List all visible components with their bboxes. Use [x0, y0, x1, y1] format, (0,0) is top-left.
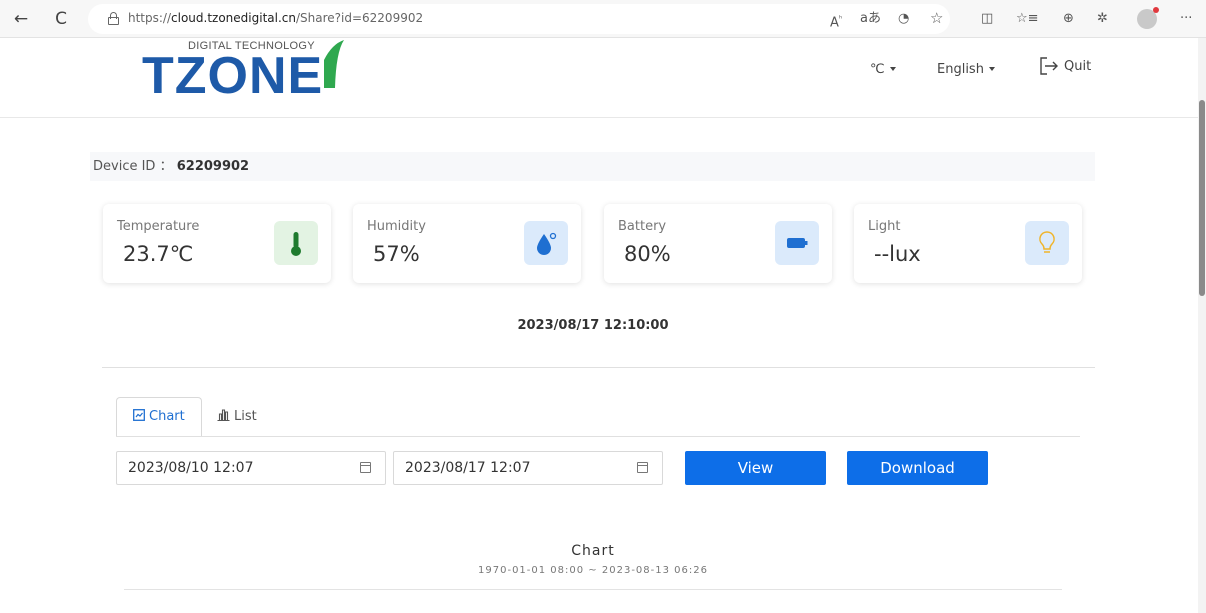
- logo-wordmark: TZONE: [142, 47, 324, 105]
- extensions-icon[interactable]: ✲: [1097, 10, 1108, 28]
- card-value: 23.7℃: [123, 242, 194, 266]
- lightbulb-icon: [1025, 221, 1069, 265]
- language-dropdown[interactable]: English: [937, 62, 995, 77]
- translate-icon[interactable]: aあ: [860, 10, 881, 28]
- extension-blocked-icon[interactable]: ◔: [898, 10, 909, 28]
- profile-avatar[interactable]: [1137, 7, 1159, 29]
- card-label: Humidity: [367, 219, 426, 234]
- favorites-icon[interactable]: ☆≡: [1016, 10, 1039, 28]
- favorite-star-icon[interactable]: ☆: [930, 9, 943, 27]
- tab-chart[interactable]: Chart: [116, 397, 202, 437]
- url-text: https://cloud.tzonedigital.cn/Share?id=6…: [128, 11, 424, 25]
- card-label: Light: [868, 219, 901, 234]
- back-button[interactable]: ←: [10, 8, 32, 30]
- chevron-down-icon: [889, 67, 896, 71]
- tab-list[interactable]: List: [217, 397, 257, 437]
- start-date-picker[interactable]: 2023/08/10 12:07: [116, 451, 386, 485]
- device-id-label: Device ID: [93, 159, 156, 174]
- last-update-timestamp: 2023/08/17 12:10:00: [517, 318, 669, 333]
- reload-icon: C: [55, 9, 67, 29]
- line-chart-icon: [133, 409, 145, 421]
- card-label: Battery: [618, 219, 667, 234]
- quit-button[interactable]: Quit: [1064, 59, 1091, 74]
- calendar-icon: [360, 462, 371, 473]
- card-label: Temperature: [117, 219, 200, 234]
- humidity-card: Humidity 57%: [353, 204, 581, 283]
- chevron-down-icon: [988, 67, 995, 71]
- page-scrollbar[interactable]: [1198, 38, 1206, 613]
- download-button[interactable]: Download: [847, 451, 988, 485]
- temperature-card: Temperature 23.7℃: [103, 204, 331, 283]
- collections-icon[interactable]: ⊕: [1063, 10, 1074, 28]
- back-arrow-icon: ←: [13, 9, 29, 29]
- card-value: --lux: [874, 242, 921, 266]
- more-menu-icon[interactable]: ···: [1180, 10, 1192, 28]
- battery-icon: [775, 221, 819, 265]
- logout-icon[interactable]: [1039, 57, 1059, 75]
- section-divider: [102, 367, 1095, 368]
- card-value: 80%: [624, 242, 671, 266]
- start-date-value: 2023/08/10 12:07: [128, 460, 254, 476]
- light-card: Light --lux: [854, 204, 1082, 283]
- temperature-unit-dropdown[interactable]: ℃: [870, 62, 896, 77]
- chart-title: Chart: [571, 543, 615, 559]
- header-divider: [0, 117, 1198, 118]
- lock-icon: [108, 12, 119, 25]
- browser-toolbar: ← C https://cloud.tzonedigital.cn/Share?…: [0, 0, 1206, 38]
- battery-card: Battery 80%: [604, 204, 832, 283]
- tabs-underline: [116, 436, 1080, 437]
- reload-button[interactable]: C: [50, 8, 72, 30]
- logo-leaf-icon: [324, 40, 344, 88]
- chart-divider: [124, 589, 1062, 590]
- end-date-value: 2023/08/17 12:07: [405, 460, 531, 476]
- device-id-row: Device ID ： 62209902: [90, 152, 1095, 181]
- view-button[interactable]: View: [685, 451, 826, 485]
- tzone-logo[interactable]: DIGITAL TECHNOLOGY TZONE: [142, 40, 402, 105]
- end-date-picker[interactable]: 2023/08/17 12:07: [393, 451, 663, 485]
- calendar-icon: [637, 462, 648, 473]
- address-bar[interactable]: https://cloud.tzonedigital.cn/Share?id=6…: [88, 4, 950, 34]
- device-id-value: 62209902: [176, 159, 250, 174]
- scroll-thumb[interactable]: [1199, 100, 1205, 296]
- split-screen-icon[interactable]: ◫: [981, 10, 993, 28]
- read-aloud-icon[interactable]: Aʰ: [830, 10, 842, 32]
- card-value: 57%: [373, 242, 420, 266]
- chart-date-range: 1970-01-01 08:00 ~ 2023-08-13 06:26: [478, 565, 708, 576]
- water-drop-icon: [524, 221, 568, 265]
- thermometer-icon: [274, 221, 318, 265]
- bar-chart-icon: [217, 409, 230, 422]
